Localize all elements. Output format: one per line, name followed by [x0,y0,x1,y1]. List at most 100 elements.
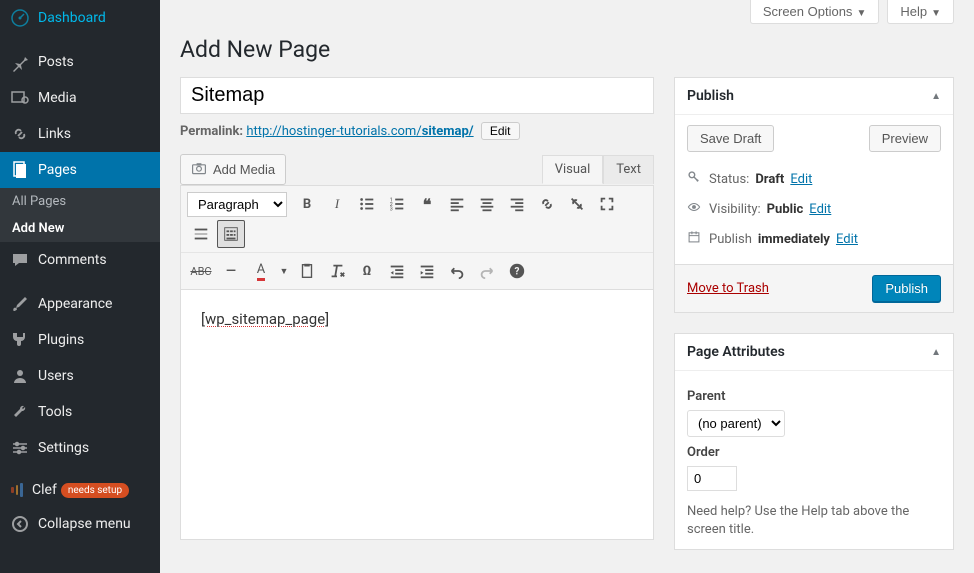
hr-button[interactable]: — [217,257,245,285]
permalink-slug: sitemap/ [422,124,474,139]
wrench-icon [10,402,30,422]
add-media-label: Add Media [213,162,275,177]
permalink-row: Permalink: http://hostinger-tutorials.co… [180,122,654,140]
help-icon-button[interactable]: ? [503,257,531,285]
svg-text:?: ? [515,267,520,278]
sidebar-label: Pages [38,162,77,178]
status-label: Status: [709,172,749,187]
sidebar-item-media[interactable]: Media [0,80,160,116]
sidebar-item-clef[interactable]: Clef needs setup [0,474,160,506]
publish-toggle[interactable]: ▲ [931,91,941,102]
blockquote-button[interactable]: ❝ [413,190,441,218]
link-icon [10,124,30,144]
permalink-label: Permalink: [180,124,243,139]
outdent-button[interactable] [383,257,411,285]
sidebar-label: Posts [38,54,74,70]
visibility-value: Public [767,202,804,217]
permalink-link[interactable]: http://hostinger-tutorials.com/sitemap/ [246,124,473,139]
order-input[interactable] [687,466,737,491]
format-select[interactable]: Paragraph [187,192,287,217]
align-center-button[interactable] [473,190,501,218]
sidebar-label: Clef [32,482,57,498]
sidebar-item-settings[interactable]: Settings [0,430,160,466]
plug-icon [10,330,30,350]
sidebar-label: Comments [38,252,107,268]
tab-visual[interactable]: Visual [542,155,604,184]
svg-text:3: 3 [390,206,393,212]
indent-button[interactable] [413,257,441,285]
editor-shortcode: [wp_sitemap_page] [201,310,329,328]
sidebar-item-posts[interactable]: Posts [0,44,160,80]
special-char-button[interactable]: Ω [353,257,381,285]
undo-button[interactable] [443,257,471,285]
link-button[interactable] [533,190,561,218]
editor-tabs: Visual Text [542,155,654,184]
screen-options-button[interactable]: Screen Options▼ [750,0,880,24]
add-media-button[interactable]: Add Media [180,154,286,185]
sidebar-sub-all-pages[interactable]: All Pages [0,188,160,215]
sidebar-item-appearance[interactable]: Appearance [0,286,160,322]
preview-button[interactable]: Preview [869,125,941,152]
read-more-button[interactable] [187,220,215,248]
editor-content-area[interactable]: [wp_sitemap_page] [180,290,654,540]
sidebar-item-comments[interactable]: Comments [0,242,160,278]
permalink-edit-button[interactable]: Edit [481,122,520,140]
fullscreen-button[interactable] [593,190,621,218]
text-color-button[interactable]: A [247,257,275,285]
media-icon [10,88,30,108]
visibility-edit-link[interactable]: Edit [809,202,831,217]
page-attributes-metabox: Page Attributes ▲ Parent (no parent) Ord… [674,333,954,550]
sidebar-sub-add-new[interactable]: Add New [0,215,160,242]
sidebar-label: Links [38,126,71,142]
parent-select[interactable]: (no parent) [687,410,785,437]
triangle-down-icon: ▼ [931,8,941,19]
save-draft-button[interactable]: Save Draft [687,125,774,152]
sidebar-item-users[interactable]: Users [0,358,160,394]
screen-options-label: Screen Options [763,4,853,19]
strikethrough-button[interactable]: ABC [187,257,215,285]
sidebar-item-pages[interactable]: Pages [0,152,160,188]
paste-text-button[interactable] [293,257,321,285]
publish-button[interactable]: Publish [872,275,941,302]
clear-formatting-button[interactable] [323,257,351,285]
move-to-trash-link[interactable]: Move to Trash [687,281,769,296]
admin-sidebar: Dashboard Posts Media Links Pages All Pa… [0,0,160,573]
clef-badge: needs setup [61,483,129,498]
status-edit-link[interactable]: Edit [790,172,812,187]
tab-text[interactable]: Text [603,155,654,184]
sidebar-label: Media [38,90,77,106]
triangle-down-icon: ▼ [856,8,866,19]
sidebar-label: Plugins [38,332,84,348]
attributes-toggle[interactable]: ▲ [931,347,941,358]
sidebar-item-tools[interactable]: Tools [0,394,160,430]
page-heading: Add New Page [180,36,954,63]
text-color-dropdown[interactable]: ▼ [277,257,291,285]
number-list-button[interactable]: 123 [383,190,411,218]
screen-meta: Screen Options▼ Help▼ [180,0,954,24]
redo-button[interactable] [473,257,501,285]
align-right-button[interactable] [503,190,531,218]
sidebar-item-plugins[interactable]: Plugins [0,322,160,358]
unlink-button[interactable] [563,190,591,218]
publish-heading: Publish [687,88,734,104]
attributes-heading: Page Attributes [687,344,785,360]
title-input[interactable] [180,77,654,114]
sidebar-submenu-pages: All Pages Add New [0,188,160,242]
publish-metabox: Publish ▲ Save Draft Preview Status: Dra… [674,77,954,313]
sidebar-item-links[interactable]: Links [0,116,160,152]
italic-button[interactable]: I [323,190,351,218]
pin-icon [10,52,30,72]
bullet-list-button[interactable] [353,190,381,218]
visibility-row: Visibility: Public Edit [687,194,941,224]
schedule-value: immediately [758,232,830,247]
sidebar-item-dashboard[interactable]: Dashboard [0,0,160,36]
schedule-edit-link[interactable]: Edit [836,232,858,247]
brush-icon [10,294,30,314]
kitchen-sink-button[interactable] [217,220,245,248]
help-button[interactable]: Help▼ [887,0,954,24]
order-label: Order [687,445,941,460]
align-left-button[interactable] [443,190,471,218]
bold-button[interactable]: B [293,190,321,218]
sidebar-item-collapse[interactable]: Collapse menu [0,506,160,542]
attributes-help-text: Need help? Use the Help tab above the sc… [687,503,941,539]
